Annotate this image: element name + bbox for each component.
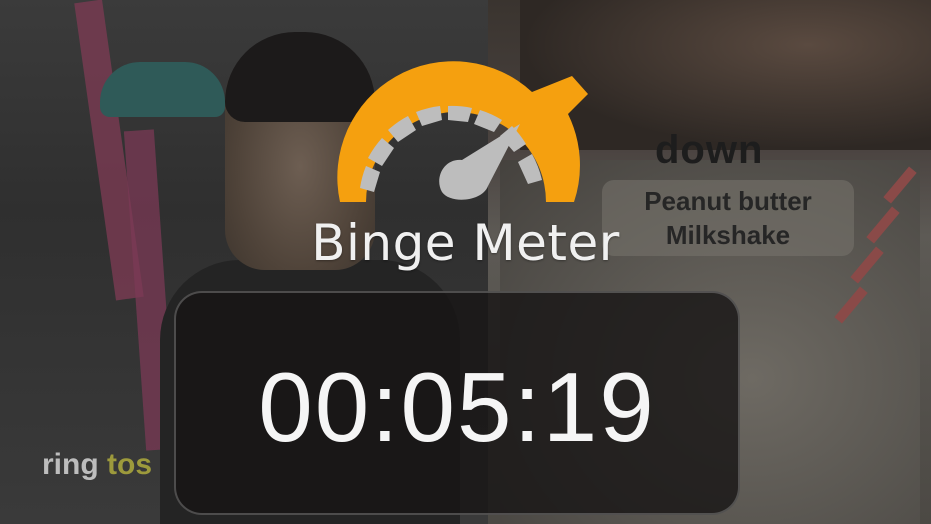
background-word: down: [655, 128, 764, 172]
caption-prefix: ring: [42, 448, 107, 481]
speedometer-icon: [337, 61, 588, 203]
binge-meter-title: Binge Meter: [311, 214, 620, 272]
caption-highlight: tos: [107, 448, 152, 481]
background-caption: ring tos: [42, 448, 152, 482]
timer-panel: 00:05:19: [174, 291, 740, 515]
elapsed-timer: 00:05:19: [258, 351, 656, 462]
background-shape: [100, 62, 225, 117]
